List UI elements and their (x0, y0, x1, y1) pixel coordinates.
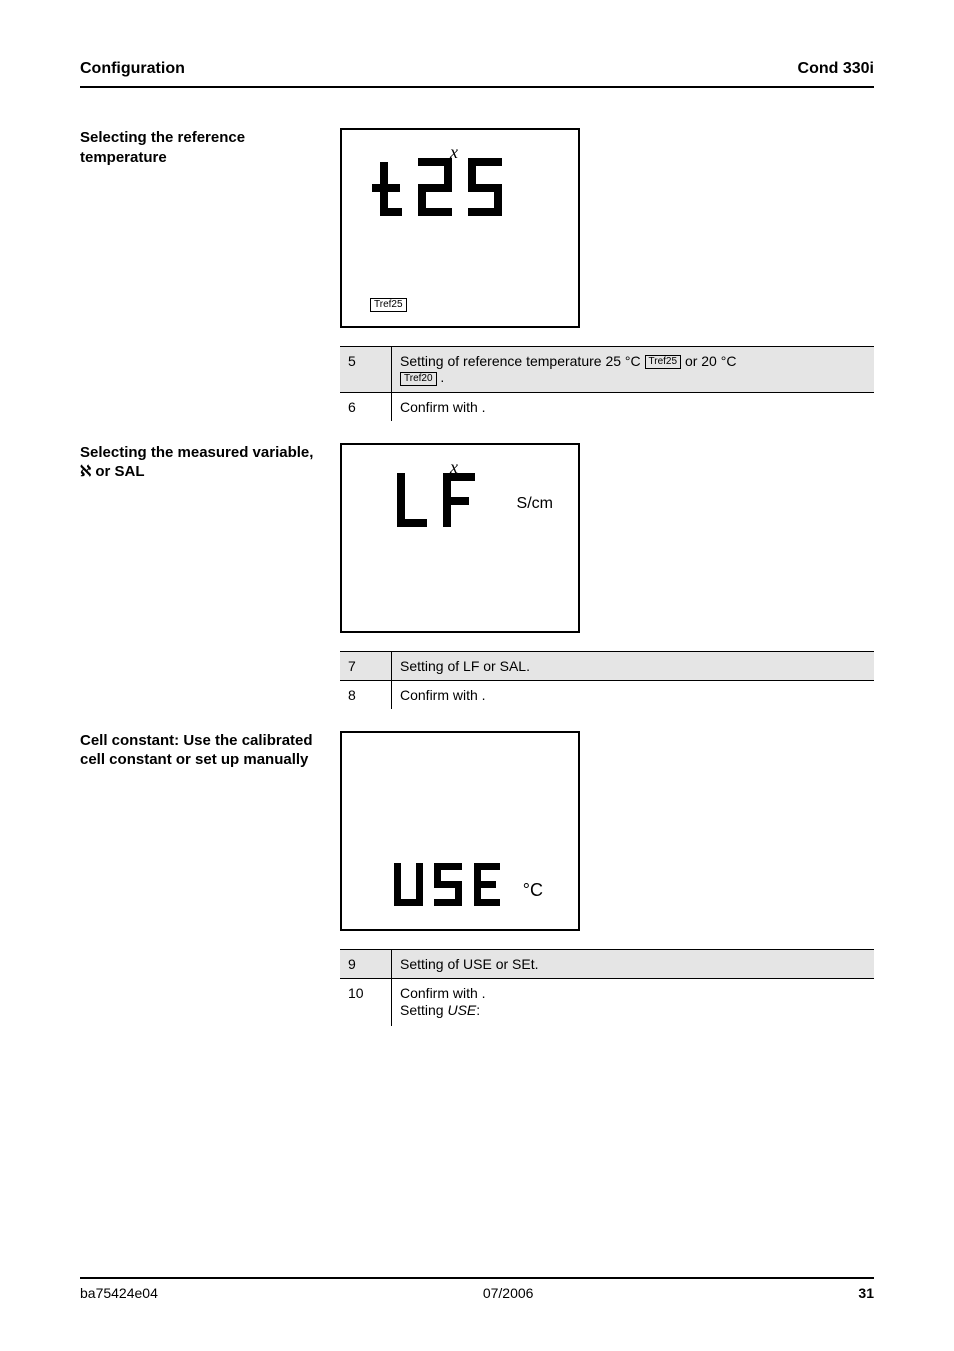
header-right: Cond 330i (798, 60, 874, 78)
footer-date: 07/2006 (483, 1285, 534, 1301)
display-frame-3: °C (340, 731, 580, 931)
step-7-num: 7 (340, 652, 392, 680)
tref25-indicator: Tref25 (370, 298, 407, 312)
step-10-text: Confirm with . Setting USE: (392, 979, 874, 1027)
tref25-box: Tref25 (645, 355, 682, 369)
seven-seg-lf (397, 473, 487, 533)
section3-settings-table: 9 Setting of USE or SEt. 10 Confirm with… (340, 949, 874, 1027)
step-6-text: Confirm with . (392, 393, 874, 421)
step-8-num: 8 (340, 681, 392, 709)
step-6-num: 6 (340, 393, 392, 421)
step-5-num: 5 (340, 347, 392, 392)
tref20-box: Tref20 (400, 372, 437, 386)
deg-c-label: °C (523, 880, 543, 901)
seven-seg-use (394, 863, 504, 911)
unit-scm: S/cm (517, 495, 553, 513)
header-rule (80, 86, 874, 88)
footer-page: 31 (858, 1285, 874, 1301)
section1-title: Selecting the reference temperature (80, 128, 340, 167)
step-9-text: Setting of USE or SEt. (392, 950, 874, 978)
header-left: Configuration (80, 60, 185, 78)
section3-title: Cell constant: Use the calibrated cell c… (80, 731, 340, 770)
section2-title: Selecting the measured variable, ℵ or SA… (80, 443, 340, 482)
step-8-text: Confirm with . (392, 681, 874, 709)
step-7-text: Setting of LF or SAL. (392, 652, 874, 680)
display-frame-1: x (340, 128, 580, 328)
seven-seg-t25 (372, 158, 522, 228)
step-10-num: 10 (340, 979, 392, 1027)
footer-model: ba75424e04 (80, 1285, 158, 1301)
step-9-num: 9 (340, 950, 392, 978)
step-5-text: Setting of reference temperature 25 °C T… (392, 347, 874, 392)
display-frame-2: x S/cm (340, 443, 580, 633)
section2-settings-table: 7 Setting of LF or SAL. 8 Confirm with . (340, 651, 874, 709)
section1-settings-table: 5 Setting of reference temperature 25 °C… (340, 346, 874, 421)
page-footer: ba75424e04 07/2006 31 (80, 1277, 874, 1301)
